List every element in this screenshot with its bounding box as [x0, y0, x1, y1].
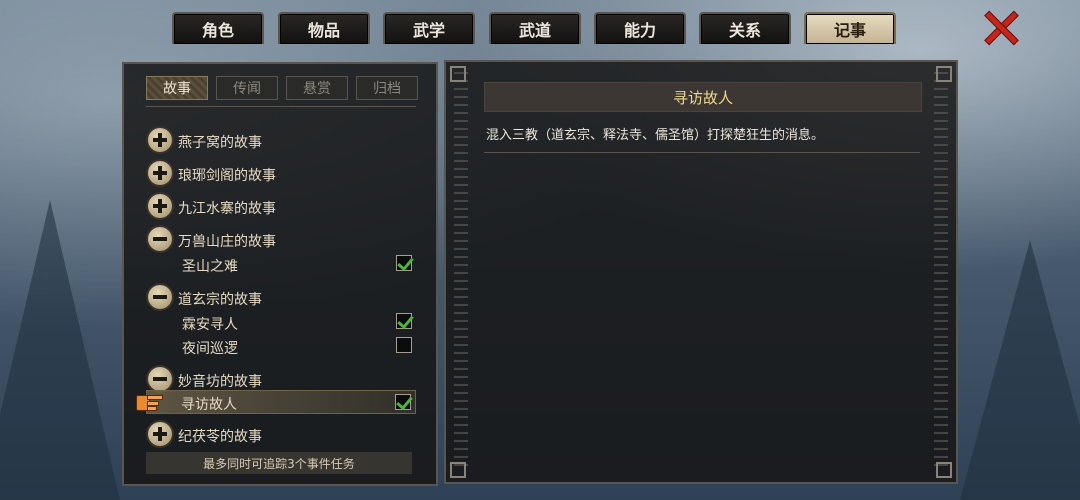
- collapse-minus-icon[interactable]: [148, 367, 172, 391]
- quest-title: 寻访故人: [484, 82, 922, 112]
- track-checkbox[interactable]: [396, 253, 414, 272]
- tab-relations[interactable]: 关系: [699, 12, 791, 44]
- collapse-minus-icon[interactable]: [148, 227, 172, 251]
- track-checkbox[interactable]: [395, 392, 413, 411]
- track-checkbox[interactable]: [396, 337, 412, 353]
- story-group[interactable]: 琅琊剑阁的故事: [146, 161, 416, 187]
- subtab-archive[interactable]: 归档: [356, 76, 418, 100]
- story-group[interactable]: 道玄宗的故事: [146, 285, 416, 311]
- story-group-label: 纪茯苓的故事: [178, 429, 262, 445]
- expand-plus-icon[interactable]: [148, 161, 172, 185]
- story-group-label: 妙音坊的故事: [178, 374, 262, 390]
- story-group-label: 九江水寨的故事: [178, 201, 276, 217]
- story-group-label: 道玄宗的故事: [178, 292, 262, 308]
- quest-item[interactable]: 圣山之难: [146, 252, 416, 278]
- checkmark-icon: [397, 253, 414, 272]
- background-tree: [0, 200, 120, 500]
- quest-item-label: 圣山之难: [182, 259, 238, 275]
- tracking-limit-note: 最多同时可追踪3个事件任务: [146, 452, 412, 474]
- story-list-panel: 故事 传闻 悬赏 归档 燕子窝的故事 琅琊剑阁的故事 九江水寨的故事 万兽山庄的…: [122, 62, 438, 486]
- track-checkbox[interactable]: [396, 311, 414, 330]
- checkmark-icon: [396, 392, 413, 411]
- checkmark-icon: [397, 311, 414, 330]
- corner-ornament: [936, 66, 952, 82]
- corner-ornament: [936, 462, 952, 478]
- quest-item[interactable]: 夜间巡逻: [146, 334, 416, 360]
- story-group[interactable]: 燕子窝的故事: [146, 128, 416, 154]
- quest-item[interactable]: 霖安寻人: [146, 310, 416, 336]
- tab-items[interactable]: 物品: [278, 12, 370, 44]
- story-group-label: 万兽山庄的故事: [178, 234, 276, 250]
- story-group[interactable]: 纪茯苓的故事: [146, 422, 416, 448]
- quest-item-selected[interactable]: 寻访故人: [146, 390, 416, 414]
- corner-ornament: [450, 462, 466, 478]
- story-group-label: 燕子窝的故事: [178, 135, 262, 151]
- story-group-label: 琅琊剑阁的故事: [178, 168, 276, 184]
- quest-detail-panel: 寻访故人 混入三教（道玄宗、释法寺、儒圣馆）打探楚狂生的消息。: [444, 60, 958, 484]
- background-tree: [960, 240, 1080, 500]
- tab-martial-arts[interactable]: 武学: [383, 12, 475, 44]
- border-ornament: [934, 72, 948, 472]
- expand-plus-icon[interactable]: [148, 128, 172, 152]
- expand-plus-icon[interactable]: [148, 422, 172, 446]
- expand-plus-icon[interactable]: [148, 194, 172, 218]
- list-divider: [146, 106, 416, 107]
- tab-character[interactable]: 角色: [172, 12, 264, 44]
- subtab-bounties[interactable]: 悬赏: [286, 76, 348, 100]
- border-ornament: [454, 72, 468, 472]
- tab-abilities[interactable]: 能力: [594, 12, 686, 44]
- quest-item-label: 霖安寻人: [182, 317, 238, 333]
- tab-martial-way[interactable]: 武道: [489, 12, 581, 44]
- pointing-hand-icon: [136, 393, 163, 411]
- story-group[interactable]: 万兽山庄的故事: [146, 227, 416, 253]
- quest-description: 混入三教（道玄宗、释法寺、儒圣馆）打探楚狂生的消息。: [486, 128, 825, 143]
- description-divider: [484, 152, 920, 153]
- subtab-stories[interactable]: 故事: [146, 76, 208, 100]
- quest-item-label: 寻访故人: [181, 397, 237, 413]
- corner-ornament: [450, 66, 466, 82]
- collapse-minus-icon[interactable]: [148, 285, 172, 309]
- subtab-rumors[interactable]: 传闻: [216, 76, 278, 100]
- close-x-icon[interactable]: [982, 10, 1019, 46]
- story-group[interactable]: 九江水寨的故事: [146, 194, 416, 220]
- quest-item-label: 夜间巡逻: [182, 341, 238, 357]
- tab-journal[interactable]: 记事: [804, 12, 896, 44]
